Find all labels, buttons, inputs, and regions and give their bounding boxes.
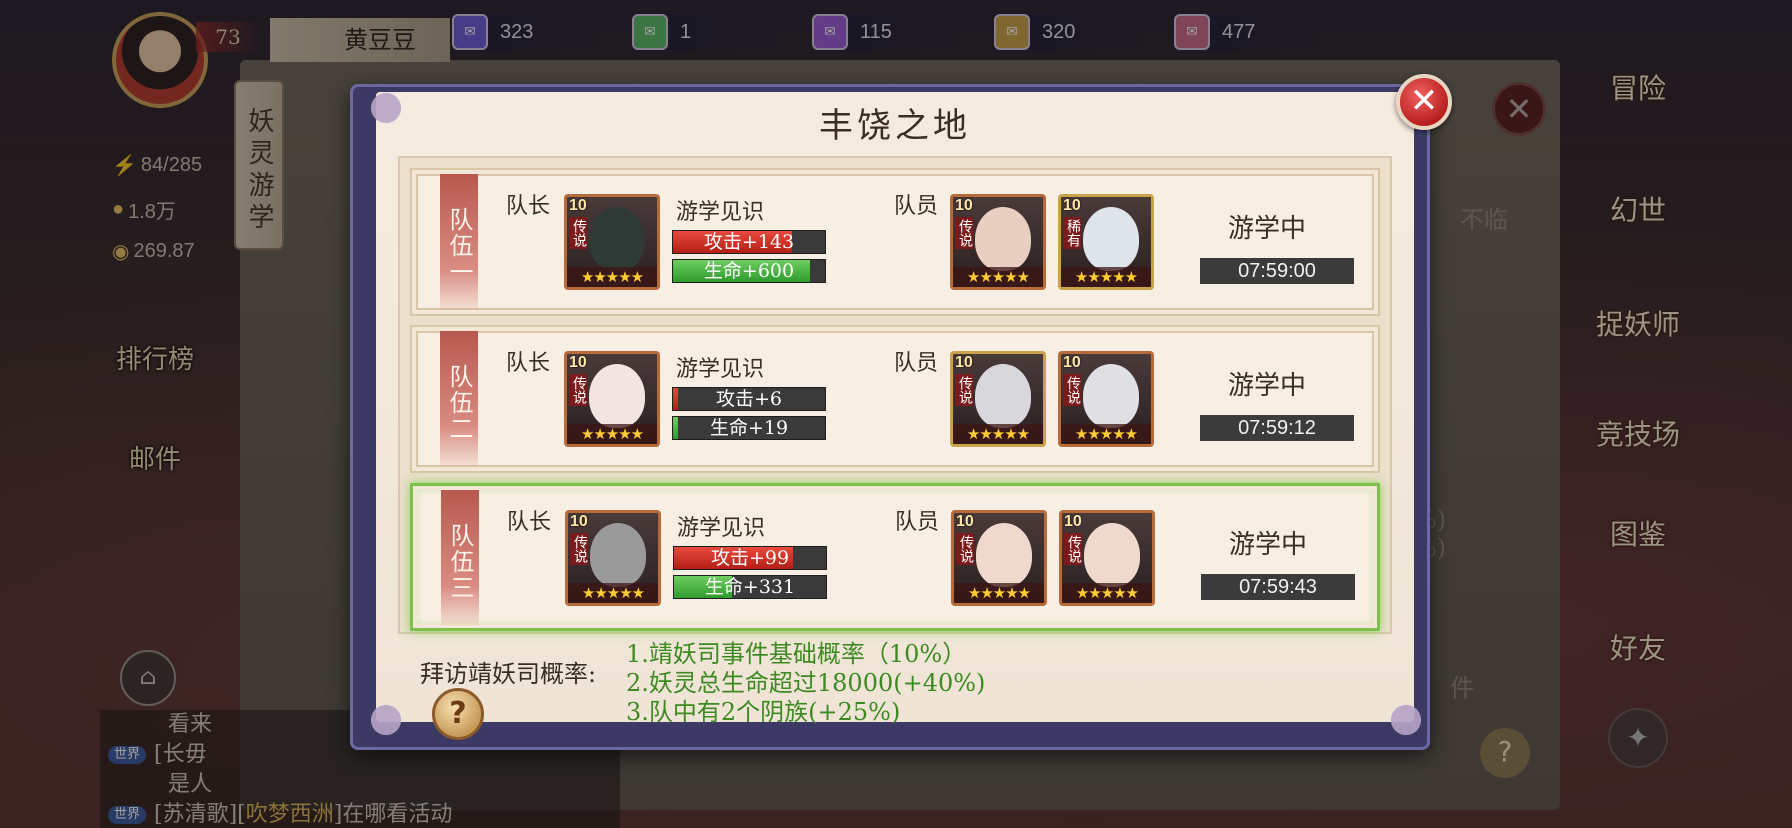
hp-value: 生命+19 — [709, 417, 789, 439]
countdown-timer: 07:59:43 — [1201, 574, 1355, 600]
modal-close-icon[interactable]: ✕ — [1396, 74, 1452, 130]
leader-card[interactable]: 10 传说 ★★★★★ — [565, 510, 661, 606]
card-level: 10 — [955, 354, 973, 371]
probability-line: 3.队中有2个阴族(+25%) — [626, 698, 901, 726]
countdown-timer: 07:59:00 — [1200, 258, 1354, 284]
card-stars: ★★★★★ — [1061, 267, 1151, 287]
team-name: 队伍三 — [441, 490, 479, 626]
member-label: 队员 — [894, 351, 939, 376]
card-level: 10 — [569, 197, 587, 214]
character-portrait — [1084, 523, 1140, 587]
leader-label: 队长 — [506, 194, 551, 219]
probability-line: 2.妖灵总生命超过18000(+40%) — [626, 669, 986, 697]
card-rank: 传说 — [1064, 533, 1082, 565]
team-name: 队伍二 — [440, 331, 478, 467]
team-row[interactable]: 队伍三 队长 10 传说 ★★★★★ 游学见识攻击+99 生命+331 队员 10 传说 ★★★★★… — [410, 483, 1380, 631]
knowledge-label: 游学见识 — [677, 516, 766, 541]
member-card[interactable]: 10 稀有 ★★★★★ — [1058, 194, 1154, 290]
card-rank: 传说 — [955, 374, 973, 406]
card-rank: 稀有 — [1063, 217, 1081, 249]
card-level: 10 — [1063, 197, 1081, 214]
member-card[interactable]: 10 传说 ★★★★★ — [951, 510, 1047, 606]
status-label: 游学中 — [1228, 530, 1307, 560]
attack-value: 攻击+6 — [715, 388, 782, 410]
card-level: 10 — [570, 513, 588, 530]
card-stars: ★★★★★ — [568, 583, 658, 603]
status-label: 游学中 — [1227, 214, 1306, 244]
team-name: 队伍一 — [440, 174, 478, 310]
card-stars: ★★★★★ — [1061, 424, 1151, 444]
character-portrait — [975, 364, 1031, 428]
probability-rules: 1.靖妖司事件基础概率（10%） 2.妖灵总生命超过18000(+40%) 3.… — [626, 640, 985, 727]
attack-bar: 攻击+6 — [672, 387, 826, 411]
probability-title: 拜访靖妖司概率: — [420, 660, 597, 688]
card-stars: ★★★★★ — [567, 424, 657, 444]
character-portrait — [589, 364, 645, 428]
card-level: 10 — [956, 513, 974, 530]
hp-value: 生命+331 — [704, 576, 796, 598]
card-rank: 传说 — [570, 533, 588, 565]
character-portrait — [1083, 364, 1139, 428]
member-label: 队员 — [895, 510, 940, 535]
card-stars: ★★★★★ — [953, 424, 1043, 444]
attack-value: 攻击+143 — [703, 231, 795, 253]
leader-label: 队长 — [506, 351, 551, 376]
attack-bar: 攻击+99 — [673, 546, 827, 570]
hp-bar: 生命+331 — [673, 575, 827, 599]
card-rank: 传说 — [569, 374, 587, 406]
modal-title: 丰饶之地 — [819, 106, 971, 146]
member-card[interactable]: 10 传说 ★★★★★ — [950, 351, 1046, 447]
knowledge-label: 游学见识 — [676, 200, 765, 225]
leader-card[interactable]: 10 传说 ★★★★★ — [564, 194, 660, 290]
corner-ornament-icon — [1376, 690, 1436, 750]
card-rank: 传说 — [956, 533, 974, 565]
attack-bar: 攻击+143 — [672, 230, 826, 254]
leader-label: 队长 — [507, 510, 552, 535]
card-rank: 传说 — [955, 217, 973, 249]
card-stars: ★★★★★ — [567, 267, 657, 287]
hp-bar: 生命+600 — [672, 259, 826, 283]
help-icon[interactable]: ? — [432, 688, 484, 740]
member-card[interactable]: 10 传说 ★★★★★ — [950, 194, 1046, 290]
card-stars: ★★★★★ — [953, 267, 1043, 287]
countdown-timer: 07:59:12 — [1200, 415, 1354, 441]
hp-value: 生命+600 — [703, 260, 795, 282]
character-portrait — [976, 523, 1032, 587]
hp-bar: 生命+19 — [672, 416, 826, 440]
status-label: 游学中 — [1227, 371, 1306, 401]
member-label: 队员 — [894, 194, 939, 219]
character-portrait — [1083, 207, 1139, 271]
leader-card[interactable]: 10 传说 ★★★★★ — [564, 351, 660, 447]
character-portrait — [590, 523, 646, 587]
team-row[interactable]: 队伍二 队长 10 传说 ★★★★★ 游学见识 攻击+6 生命+19 队员 10 传说 ★★★★★ 10… — [410, 325, 1380, 473]
card-level: 10 — [569, 354, 587, 371]
corner-ornament-icon — [356, 690, 416, 750]
character-portrait — [975, 207, 1031, 271]
card-stars: ★★★★★ — [954, 583, 1044, 603]
card-rank: 传说 — [569, 217, 587, 249]
card-stars: ★★★★★ — [1062, 583, 1152, 603]
team-row[interactable]: 队伍一 队长 10 传说 ★★★★★ 游学见识攻击+143 生命+600 队员 10 传说 ★★★★… — [410, 168, 1380, 316]
card-level: 10 — [955, 197, 973, 214]
knowledge-label: 游学见识 — [676, 357, 765, 382]
card-rank: 传说 — [1063, 374, 1081, 406]
attack-value: 攻击+99 — [710, 547, 790, 569]
probability-line: 1.靖妖司事件基础概率（10%） — [626, 640, 967, 668]
card-level: 10 — [1064, 513, 1082, 530]
character-portrait — [589, 207, 645, 271]
card-level: 10 — [1063, 354, 1081, 371]
member-card[interactable]: 10 传说 ★★★★★ — [1058, 351, 1154, 447]
member-card[interactable]: 10 传说 ★★★★★ — [1059, 510, 1155, 606]
